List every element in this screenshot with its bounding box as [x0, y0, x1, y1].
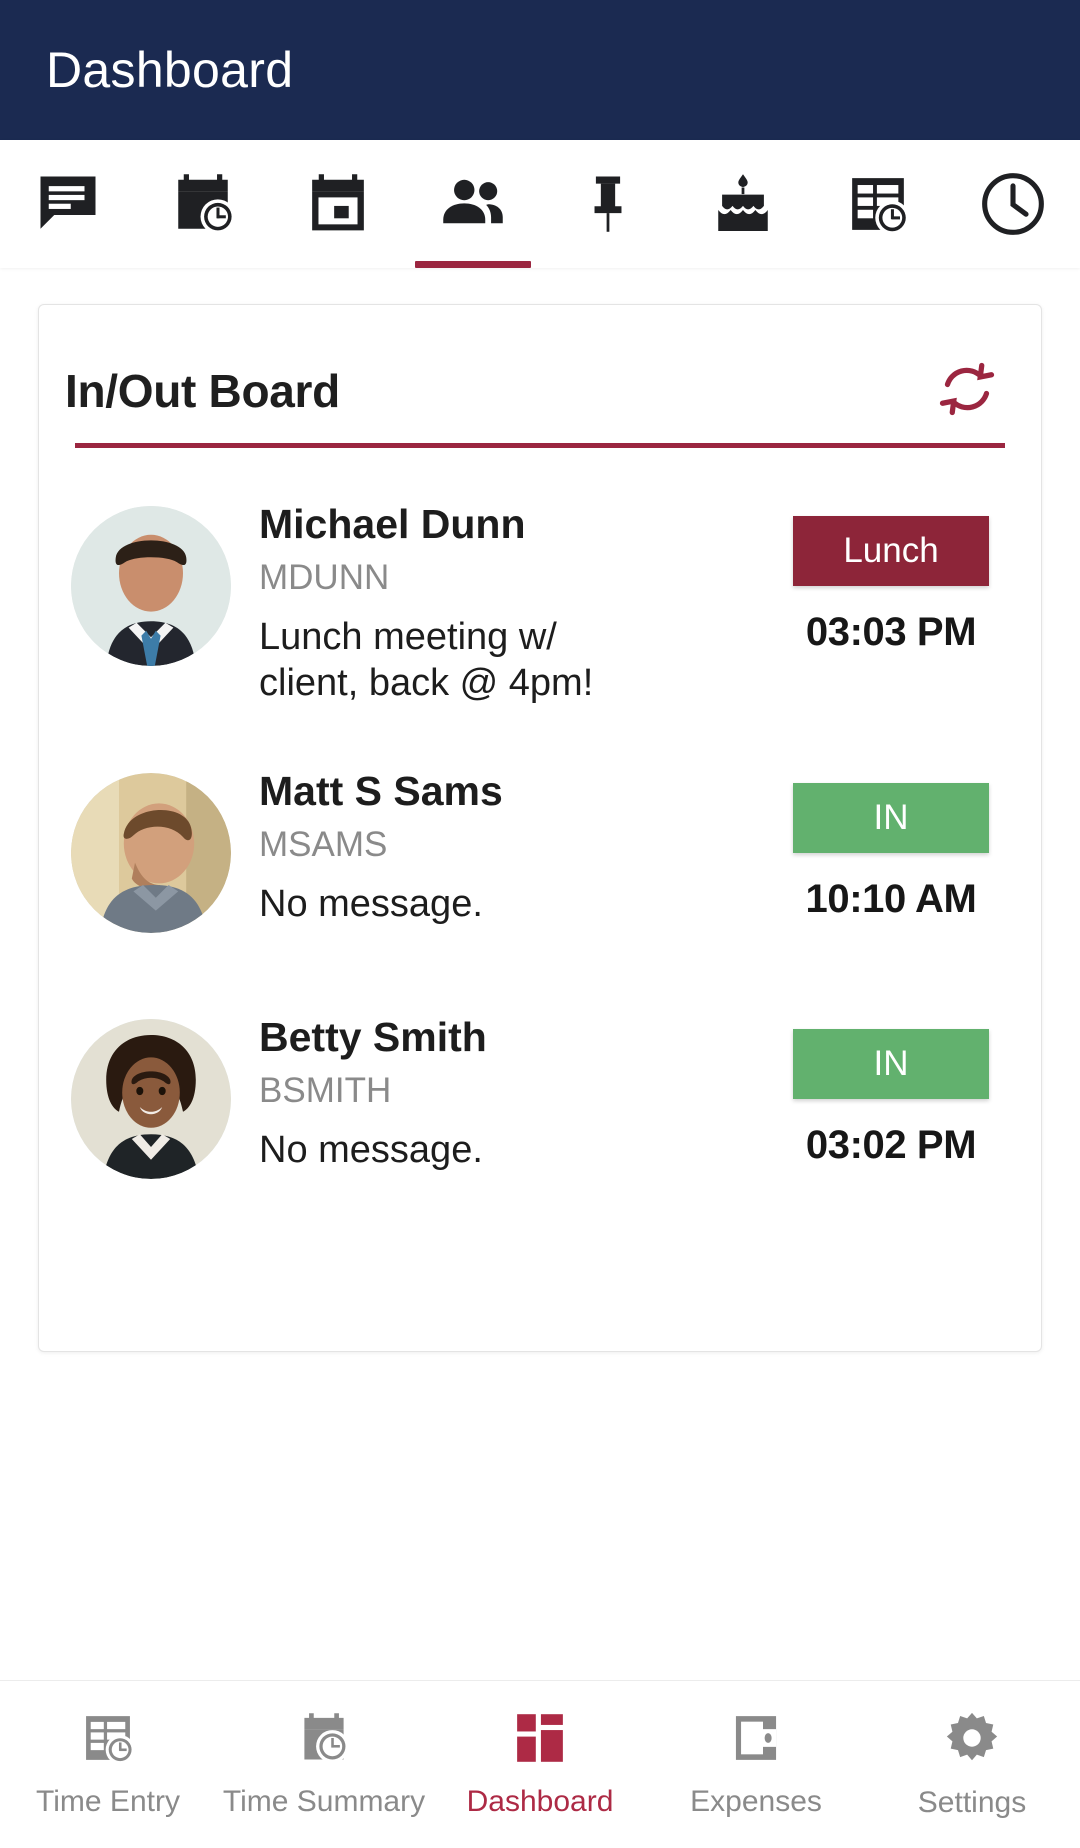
nav-label: Time Entry: [36, 1785, 180, 1818]
person-message: Lunch meeting w/ client, back @ 4pm!: [259, 615, 594, 705]
nav-item-dashboard[interactable]: Dashboard: [432, 1710, 648, 1819]
alarm-clock-icon: [296, 1710, 352, 1771]
card-header: In/Out Board: [65, 305, 1015, 433]
person-status-block: Lunch 03:03 PM: [773, 498, 1009, 655]
calendar-clock-icon: [170, 171, 236, 237]
refresh-icon: [937, 359, 997, 424]
status-badge[interactable]: IN: [793, 1028, 989, 1099]
person-username: BSMITH: [259, 1070, 392, 1110]
person-status-block: IN 03:02 PM: [773, 1011, 1009, 1168]
birthdays-tab[interactable]: [675, 140, 810, 268]
in-out-list: Michael Dunn MDUNN Lunch meeting w/ clie…: [65, 448, 1015, 1219]
status-time: 10:10 AM: [805, 876, 977, 921]
dashboard-body: In/Out Board Michael Dunn MDUNN Lunch me…: [0, 268, 1080, 1680]
page-title: Dashboard: [46, 42, 294, 98]
list-item[interactable]: Betty Smith BSMITH No message. IN 03:02 …: [65, 973, 1015, 1219]
avatar: [71, 1018, 231, 1179]
bottom-navigation: Time Entry Time Summary Dashboard Expens…: [0, 1680, 1080, 1848]
nav-item-settings[interactable]: Settings: [864, 1709, 1080, 1820]
gear-icon: [943, 1709, 1001, 1772]
schedule-tab[interactable]: [135, 140, 270, 268]
nav-item-time-entry[interactable]: Time Entry: [0, 1710, 216, 1819]
person-info: Michael Dunn MDUNN Lunch meeting w/ clie…: [231, 498, 773, 707]
avatar: [71, 772, 231, 933]
person-username: MSAMS: [259, 824, 388, 864]
clock-icon: [979, 170, 1047, 238]
messages-tab[interactable]: [0, 140, 135, 268]
status-time: 03:03 PM: [805, 610, 977, 654]
person-name: Betty Smith: [259, 1013, 487, 1060]
nav-label: Settings: [917, 1786, 1027, 1819]
pinned-tab[interactable]: [540, 140, 675, 268]
avatar: [71, 506, 231, 666]
table-clock-icon: [845, 171, 911, 237]
timesheet-tab[interactable]: [810, 140, 945, 268]
status-time: 03:02 PM: [805, 1122, 977, 1167]
status-badge[interactable]: IN: [793, 782, 989, 853]
avatar-photo: [71, 1018, 231, 1179]
avatar-photo: [71, 506, 231, 666]
person-name: Michael Dunn: [259, 501, 526, 547]
person-info: Betty Smith BSMITH No message.: [231, 1011, 773, 1173]
calendar-tab[interactable]: [270, 140, 405, 268]
nav-item-expenses[interactable]: Expenses: [648, 1710, 864, 1819]
list-item[interactable]: Michael Dunn MDUNN Lunch meeting w/ clie…: [65, 460, 1015, 727]
person-message: No message.: [259, 882, 483, 925]
wallet-icon: [728, 1710, 784, 1771]
refresh-button[interactable]: [929, 353, 1005, 429]
nav-item-time-summary[interactable]: Time Summary: [216, 1710, 432, 1819]
person-message: No message.: [259, 1128, 483, 1171]
nav-label: Dashboard: [466, 1785, 614, 1818]
time-clock-tab[interactable]: [945, 140, 1080, 268]
list-item[interactable]: Matt S Sams MSAMS No message. IN 10:10 A…: [65, 727, 1015, 973]
calendar-event-icon: [305, 171, 371, 237]
person-name: Matt S Sams: [259, 767, 503, 814]
person-username: MDUNN: [259, 558, 390, 598]
avatar-photo: [71, 772, 231, 933]
person-status-block: IN 10:10 AM: [773, 765, 1009, 922]
grid-icon: [512, 1710, 568, 1771]
icon-tab-strip: [0, 140, 1080, 268]
card-title: In/Out Board: [65, 365, 340, 417]
pin-icon: [575, 171, 641, 237]
in-out-board-card: In/Out Board Michael Dunn MDUNN Lunch me…: [38, 304, 1042, 1352]
in-out-board-tab[interactable]: [405, 140, 540, 268]
table-clock-icon: [80, 1710, 136, 1771]
status-badge[interactable]: Lunch: [793, 516, 989, 586]
app-bar: Dashboard: [0, 0, 1080, 140]
tab-indicator: [414, 261, 531, 268]
people-icon: [438, 169, 508, 239]
nav-label: Expenses: [690, 1785, 822, 1818]
app-root: Dashboard In/Out Board Michael Dunn MDUN…: [0, 0, 1080, 1848]
cake-icon: [710, 171, 776, 237]
person-info: Matt S Sams MSAMS No message.: [231, 765, 773, 927]
nav-label: Time Summary: [222, 1785, 426, 1818]
chat-bubble-icon: [35, 171, 101, 237]
